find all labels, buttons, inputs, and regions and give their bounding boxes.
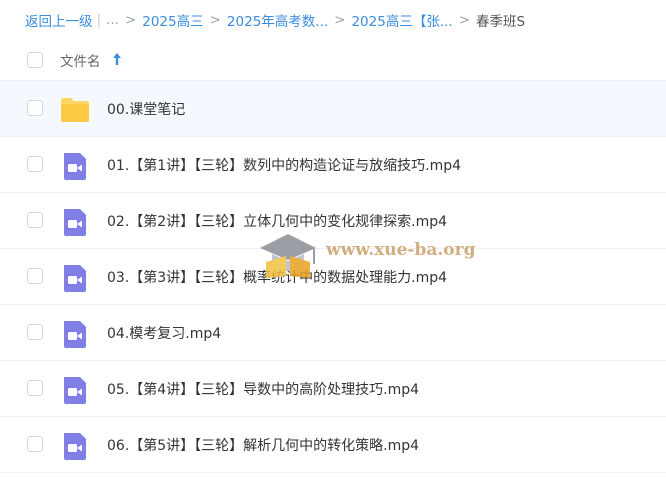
file-row-folder[interactable]: 00.课堂笔记	[0, 81, 666, 137]
breadcrumb-ellipsis[interactable]: ...	[106, 12, 119, 28]
row-checkbox[interactable]	[27, 100, 43, 116]
row-checkbox[interactable]	[27, 324, 43, 340]
row-checkbox[interactable]	[27, 212, 43, 228]
select-all-checkbox[interactable]	[27, 52, 43, 68]
folder-icon	[61, 98, 89, 122]
row-checkbox[interactable]	[27, 436, 43, 452]
watermark: www.xue-ba.org	[256, 226, 476, 282]
breadcrumb-current: 春季班S	[476, 14, 526, 30]
video-file-icon	[64, 377, 86, 404]
breadcrumb: 返回上一级 | ... > 2025高三 > 2025年高考数... > 202…	[25, 9, 525, 31]
file-name[interactable]: 01.【第1讲】【三轮】数列中的构造论证与放缩技巧.mp4	[107, 155, 461, 175]
video-file-icon	[64, 265, 86, 292]
file-row-video[interactable]: 04.模考复习.mp4	[0, 305, 666, 361]
breadcrumb-item-zhang[interactable]: 2025高三【张...	[351, 10, 452, 30]
video-file-icon	[64, 433, 86, 460]
video-file-icon	[64, 209, 86, 236]
arrow-up-icon[interactable]	[112, 52, 122, 66]
breadcrumb-divider: |	[96, 12, 102, 28]
row-checkbox[interactable]	[27, 380, 43, 396]
video-file-icon	[64, 321, 86, 348]
column-header-filename[interactable]: 文件名	[60, 50, 101, 70]
breadcrumb-separator: >	[458, 12, 471, 28]
breadcrumb-separator: >	[124, 12, 137, 28]
breadcrumb-separator: >	[334, 12, 346, 28]
breadcrumb-item-2025-gaosan[interactable]: 2025高三	[142, 10, 203, 30]
file-row-video[interactable]: 06.【第5讲】【三轮】解析几何中的转化策略.mp4	[0, 417, 666, 473]
watermark-text: www.xue-ba.org	[326, 240, 476, 260]
file-list-header: 文件名	[0, 40, 666, 81]
video-file-icon	[64, 153, 86, 180]
file-row-video[interactable]: 05.【第4讲】【三轮】导数中的高阶处理技巧.mp4	[0, 361, 666, 417]
file-row-video[interactable]: 01.【第1讲】【三轮】数列中的构造论证与放缩技巧.mp4	[0, 137, 666, 193]
row-checkbox[interactable]	[27, 156, 43, 172]
file-name[interactable]: 06.【第5讲】【三轮】解析几何中的转化策略.mp4	[107, 435, 419, 455]
graduation-cap-icon	[260, 234, 316, 278]
breadcrumb-item-gaokao-math[interactable]: 2025年高考数...	[227, 10, 328, 30]
breadcrumb-separator: >	[209, 12, 221, 28]
file-name[interactable]: 00.课堂笔记	[107, 99, 185, 119]
file-name[interactable]: 04.模考复习.mp4	[107, 323, 221, 343]
file-name[interactable]: 05.【第4讲】【三轮】导数中的高阶处理技巧.mp4	[107, 379, 419, 399]
back-link[interactable]: 返回上一级	[25, 10, 93, 30]
row-checkbox[interactable]	[27, 268, 43, 284]
